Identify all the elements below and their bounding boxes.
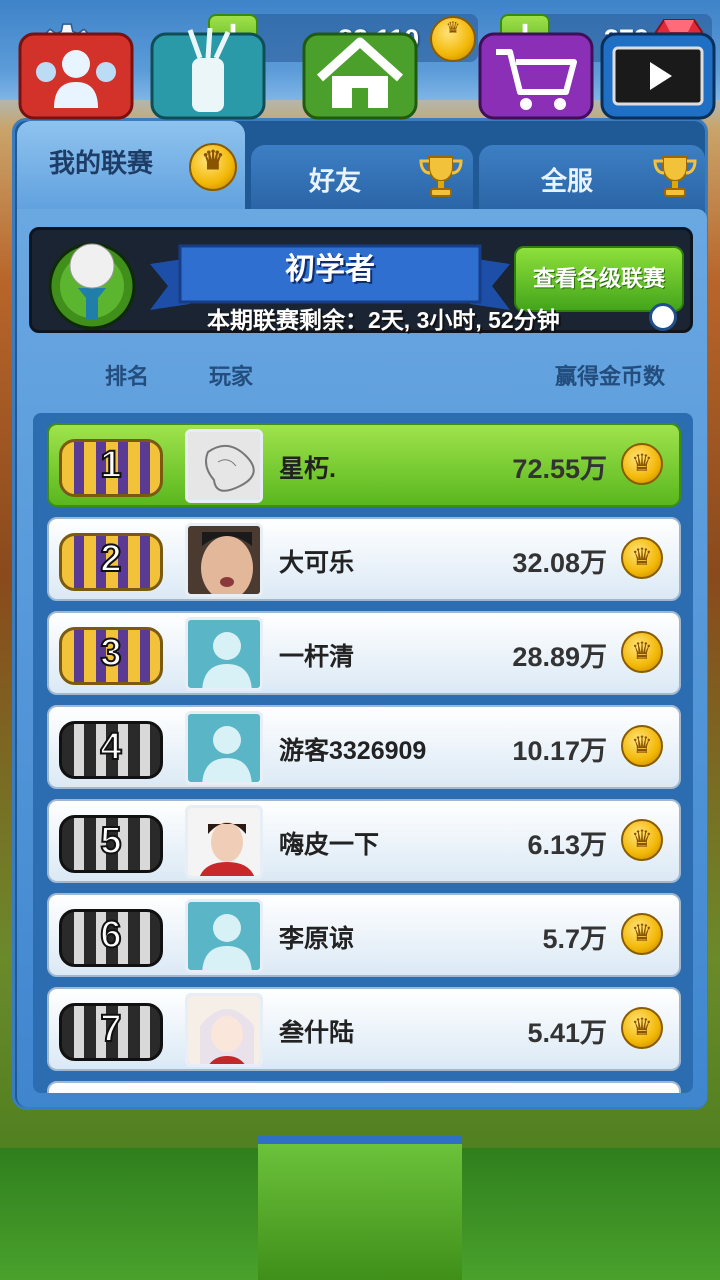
leaderboard-list[interactable]: 1 星朽. 72.55万 2 大可乐 32.08万 3 bbox=[33, 413, 693, 1093]
avatar bbox=[185, 523, 263, 597]
avatar bbox=[185, 805, 263, 879]
chest-icon: 4 bbox=[59, 721, 163, 779]
tab-content: 初学者 查看各级联赛 本期联赛剩余：2天, 3小时, 52分钟 排名 玩家 赢得… bbox=[17, 209, 707, 1107]
coin-icon bbox=[621, 819, 663, 861]
coin-icon bbox=[621, 725, 663, 767]
table-row[interactable]: 2 大可乐 32.08万 bbox=[47, 517, 681, 601]
player-name: 叁什陆 bbox=[279, 1019, 355, 1047]
social-icon[interactable] bbox=[14, 24, 138, 124]
tab-label: 全服 bbox=[541, 166, 594, 196]
player-name: 李原谅 bbox=[279, 925, 355, 953]
league-title: 初学者 bbox=[285, 253, 375, 286]
coin-icon bbox=[621, 913, 663, 955]
player-name: 一杆清 bbox=[279, 643, 355, 671]
tab-all-server[interactable]: 全服 bbox=[479, 145, 705, 211]
trophy-icon bbox=[419, 156, 463, 197]
golf-ball-tee-icon bbox=[48, 242, 136, 330]
table-row[interactable]: 6 李原谅 5.7万 bbox=[47, 893, 681, 977]
coin-icon bbox=[621, 537, 663, 579]
tab-label: 我的联赛 bbox=[49, 148, 154, 178]
avatar bbox=[185, 429, 263, 503]
table-row[interactable]: 4 游客3326909 10.17万 bbox=[47, 705, 681, 789]
column-player: 玩家 bbox=[209, 364, 254, 389]
avatar bbox=[185, 711, 263, 785]
coins-earned: 10.17万 bbox=[512, 736, 607, 766]
table-row[interactable]: 1 星朽. 72.55万 bbox=[47, 423, 681, 507]
golf-bag-icon[interactable] bbox=[146, 24, 270, 124]
chest-icon: 7 bbox=[59, 1003, 163, 1061]
tab-my-league[interactable]: 我的联赛 bbox=[17, 121, 245, 213]
chest-icon: 2 bbox=[59, 533, 163, 591]
table-row[interactable]: 5 嗨皮一下 6.13万 bbox=[47, 799, 681, 883]
player-name: 大可乐 bbox=[279, 549, 355, 577]
home-icon[interactable] bbox=[298, 24, 422, 124]
coins-earned: 6.13万 bbox=[527, 830, 607, 860]
avatar bbox=[185, 617, 263, 691]
player-name: 星朽. bbox=[279, 455, 336, 483]
coins-earned: 72.55万 bbox=[512, 454, 607, 484]
clock-icon bbox=[649, 303, 677, 331]
avatar bbox=[185, 899, 263, 973]
chest-icon: 3 bbox=[59, 627, 163, 685]
coin-icon bbox=[621, 631, 663, 673]
chest-icon: 1 bbox=[59, 439, 163, 497]
coin-icon bbox=[621, 443, 663, 485]
table-row[interactable]: 7 叁什陆 5.41万 bbox=[47, 987, 681, 1071]
player-name: 游客3326909 bbox=[279, 737, 427, 765]
coins-earned: 28.89万 bbox=[512, 642, 607, 672]
crown-coin-icon bbox=[189, 143, 237, 191]
column-rank: 排名 bbox=[105, 364, 150, 389]
column-earned: 赢得金币数 bbox=[555, 364, 666, 389]
player-name: 嗨皮一下 bbox=[279, 831, 380, 859]
leaderboard-panel: 我的联赛 好友 全服 bbox=[12, 118, 708, 1110]
league-remaining-time: 本期联赛剩余：2天, 3小时, 52分钟 bbox=[207, 307, 560, 333]
tab-label: 好友 bbox=[309, 166, 362, 196]
coin-icon bbox=[621, 1007, 663, 1049]
shop-cart-icon[interactable] bbox=[474, 24, 598, 124]
coins-earned: 5.41万 bbox=[527, 1018, 607, 1048]
coin-icon bbox=[430, 16, 476, 62]
chest-icon: 6 bbox=[59, 909, 163, 967]
home-tab-highlight bbox=[258, 1136, 462, 1280]
trophy-icon bbox=[653, 156, 697, 197]
table-row[interactable]: 3 一杆清 28.89万 bbox=[47, 611, 681, 695]
replay-tv-icon[interactable] bbox=[596, 24, 720, 124]
tab-friends[interactable]: 好友 bbox=[251, 145, 473, 211]
coins-earned: 5.7万 bbox=[542, 924, 607, 954]
avatar bbox=[185, 993, 263, 1067]
coins-earned: 32.08万 bbox=[512, 548, 607, 578]
table-row[interactable] bbox=[47, 1081, 681, 1093]
chest-icon: 5 bbox=[59, 815, 163, 873]
